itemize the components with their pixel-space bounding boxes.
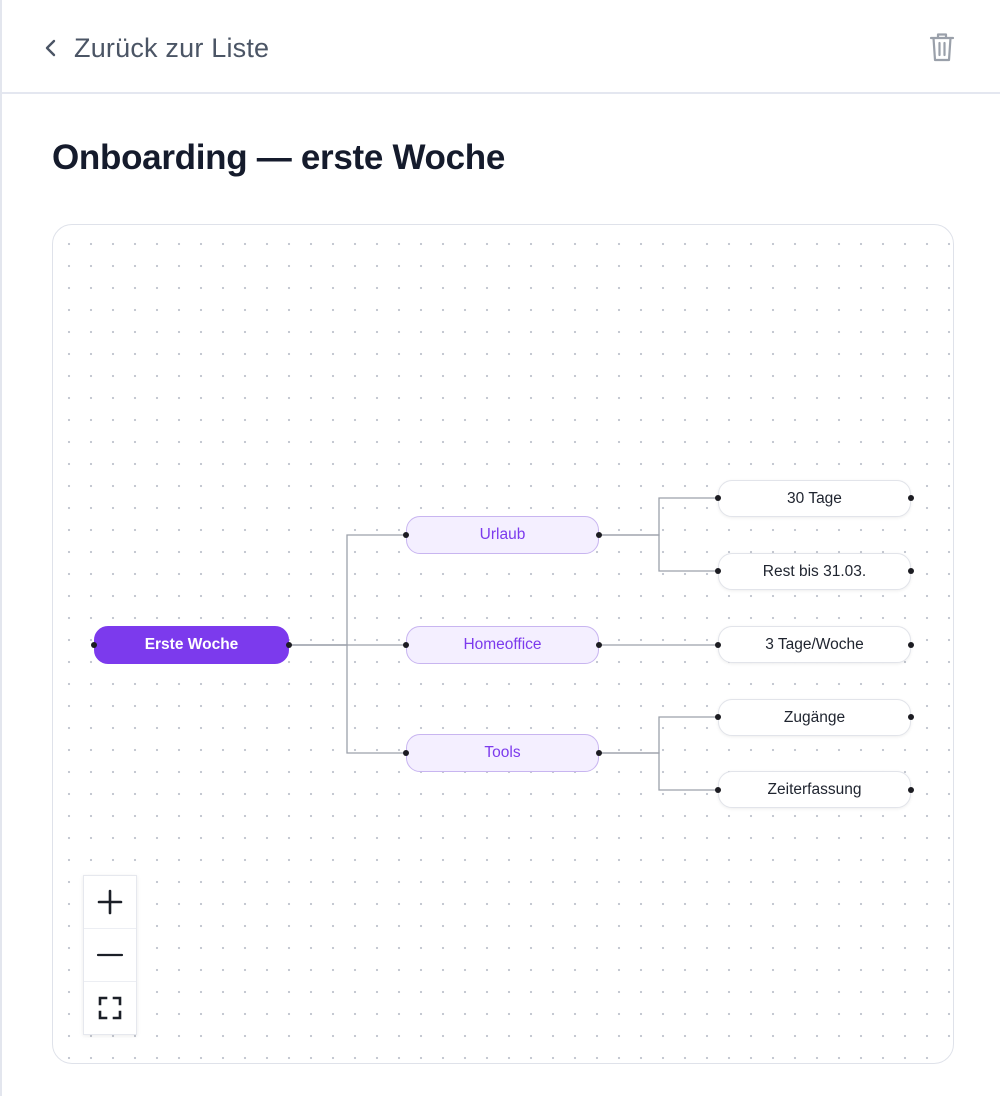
- node-handle[interactable]: [403, 642, 409, 648]
- node-handle[interactable]: [908, 787, 914, 793]
- node-handle[interactable]: [715, 787, 721, 793]
- node-label: Erste Woche: [144, 636, 239, 653]
- header-bar: Zurück zur Liste: [2, 0, 1000, 94]
- page: Zurück zur Liste Onboarding — erste Woch…: [0, 0, 1000, 1096]
- node-handle[interactable]: [908, 568, 914, 574]
- node-handle[interactable]: [715, 568, 721, 574]
- node-handle[interactable]: [596, 642, 602, 648]
- edge-urlaub-rest: [599, 534, 718, 572]
- mindmap-node-leaf[interactable]: Zeiterfassung: [718, 771, 911, 808]
- node-label: Urlaub: [479, 526, 526, 543]
- node-label: Tools: [484, 744, 521, 761]
- mindmap-node-branch[interactable]: Tools: [406, 734, 599, 772]
- node-handle[interactable]: [286, 642, 292, 648]
- canvas-controls: [83, 875, 137, 1035]
- zoom-in-button[interactable]: [84, 876, 136, 929]
- node-handle[interactable]: [908, 642, 914, 648]
- node-handle[interactable]: [715, 642, 721, 648]
- fit-view-icon: [98, 996, 122, 1020]
- node-handle[interactable]: [908, 714, 914, 720]
- node-label: Rest bis 31.03.: [762, 562, 867, 580]
- node-handle[interactable]: [715, 714, 721, 720]
- mindmap-node-branch[interactable]: Urlaub: [406, 516, 599, 554]
- page-title: Onboarding — erste Woche: [52, 138, 506, 177]
- back-to-list-link[interactable]: Zurück zur Liste: [40, 28, 269, 68]
- node-label: Zeiterfassung: [767, 780, 862, 798]
- trash-icon: [929, 33, 955, 62]
- node-label: Homeoffice: [463, 636, 542, 653]
- node-handle[interactable]: [908, 495, 914, 501]
- edge-root-tools: [289, 644, 406, 754]
- edge-root-urlaub: [289, 534, 406, 646]
- mindmap-node-leaf[interactable]: 30 Tage: [718, 480, 911, 517]
- back-link-label: Zurück zur Liste: [74, 32, 270, 63]
- mindmap-node-leaf[interactable]: 3 Tage/Woche: [718, 626, 911, 663]
- mindmap-node-leaf[interactable]: Rest bis 31.03.: [718, 553, 911, 590]
- delete-button[interactable]: [926, 30, 958, 64]
- node-handle[interactable]: [91, 642, 97, 648]
- node-handle[interactable]: [596, 750, 602, 756]
- minus-icon: [96, 953, 124, 957]
- edge-tools-zeiterfassung: [599, 752, 718, 791]
- zoom-out-button[interactable]: [84, 929, 136, 982]
- mindmap-node-root[interactable]: Erste Woche: [94, 626, 289, 664]
- node-label: 3 Tage/Woche: [765, 635, 864, 653]
- node-handle[interactable]: [403, 750, 409, 756]
- chevron-left-icon: [40, 37, 62, 59]
- mindmap-node-leaf[interactable]: Zugänge: [718, 699, 911, 736]
- edge-tools-zugaenge: [599, 716, 718, 754]
- node-label: 30 Tage: [787, 489, 842, 507]
- edge-urlaub-30-tage: [599, 497, 718, 536]
- plus-icon: [97, 889, 123, 915]
- node-handle[interactable]: [596, 532, 602, 538]
- mindmap-canvas[interactable]: Erste Woche Urlaub Homeoffice Tools 30 T…: [52, 224, 954, 1064]
- node-label: Zugänge: [783, 708, 846, 726]
- node-handle[interactable]: [403, 532, 409, 538]
- fit-view-button[interactable]: [84, 982, 136, 1034]
- mindmap-node-branch[interactable]: Homeoffice: [406, 626, 599, 664]
- node-handle[interactable]: [715, 495, 721, 501]
